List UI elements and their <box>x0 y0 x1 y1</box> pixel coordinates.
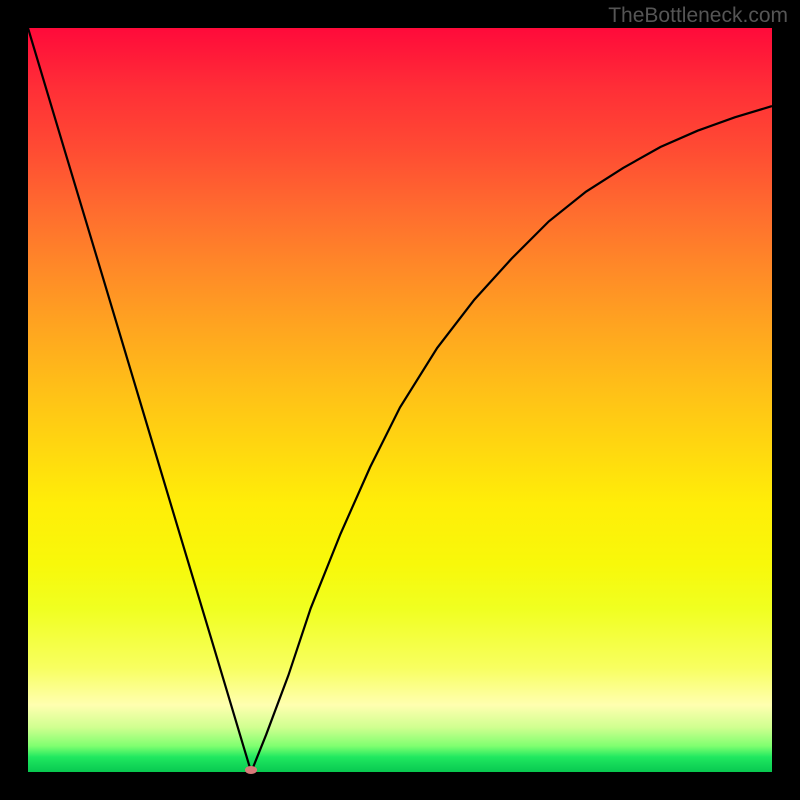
minimum-marker-dot <box>245 766 257 774</box>
chart-container <box>0 0 800 800</box>
watermark-text: TheBottleneck.com <box>608 4 788 28</box>
bottleneck-curve <box>28 28 772 772</box>
